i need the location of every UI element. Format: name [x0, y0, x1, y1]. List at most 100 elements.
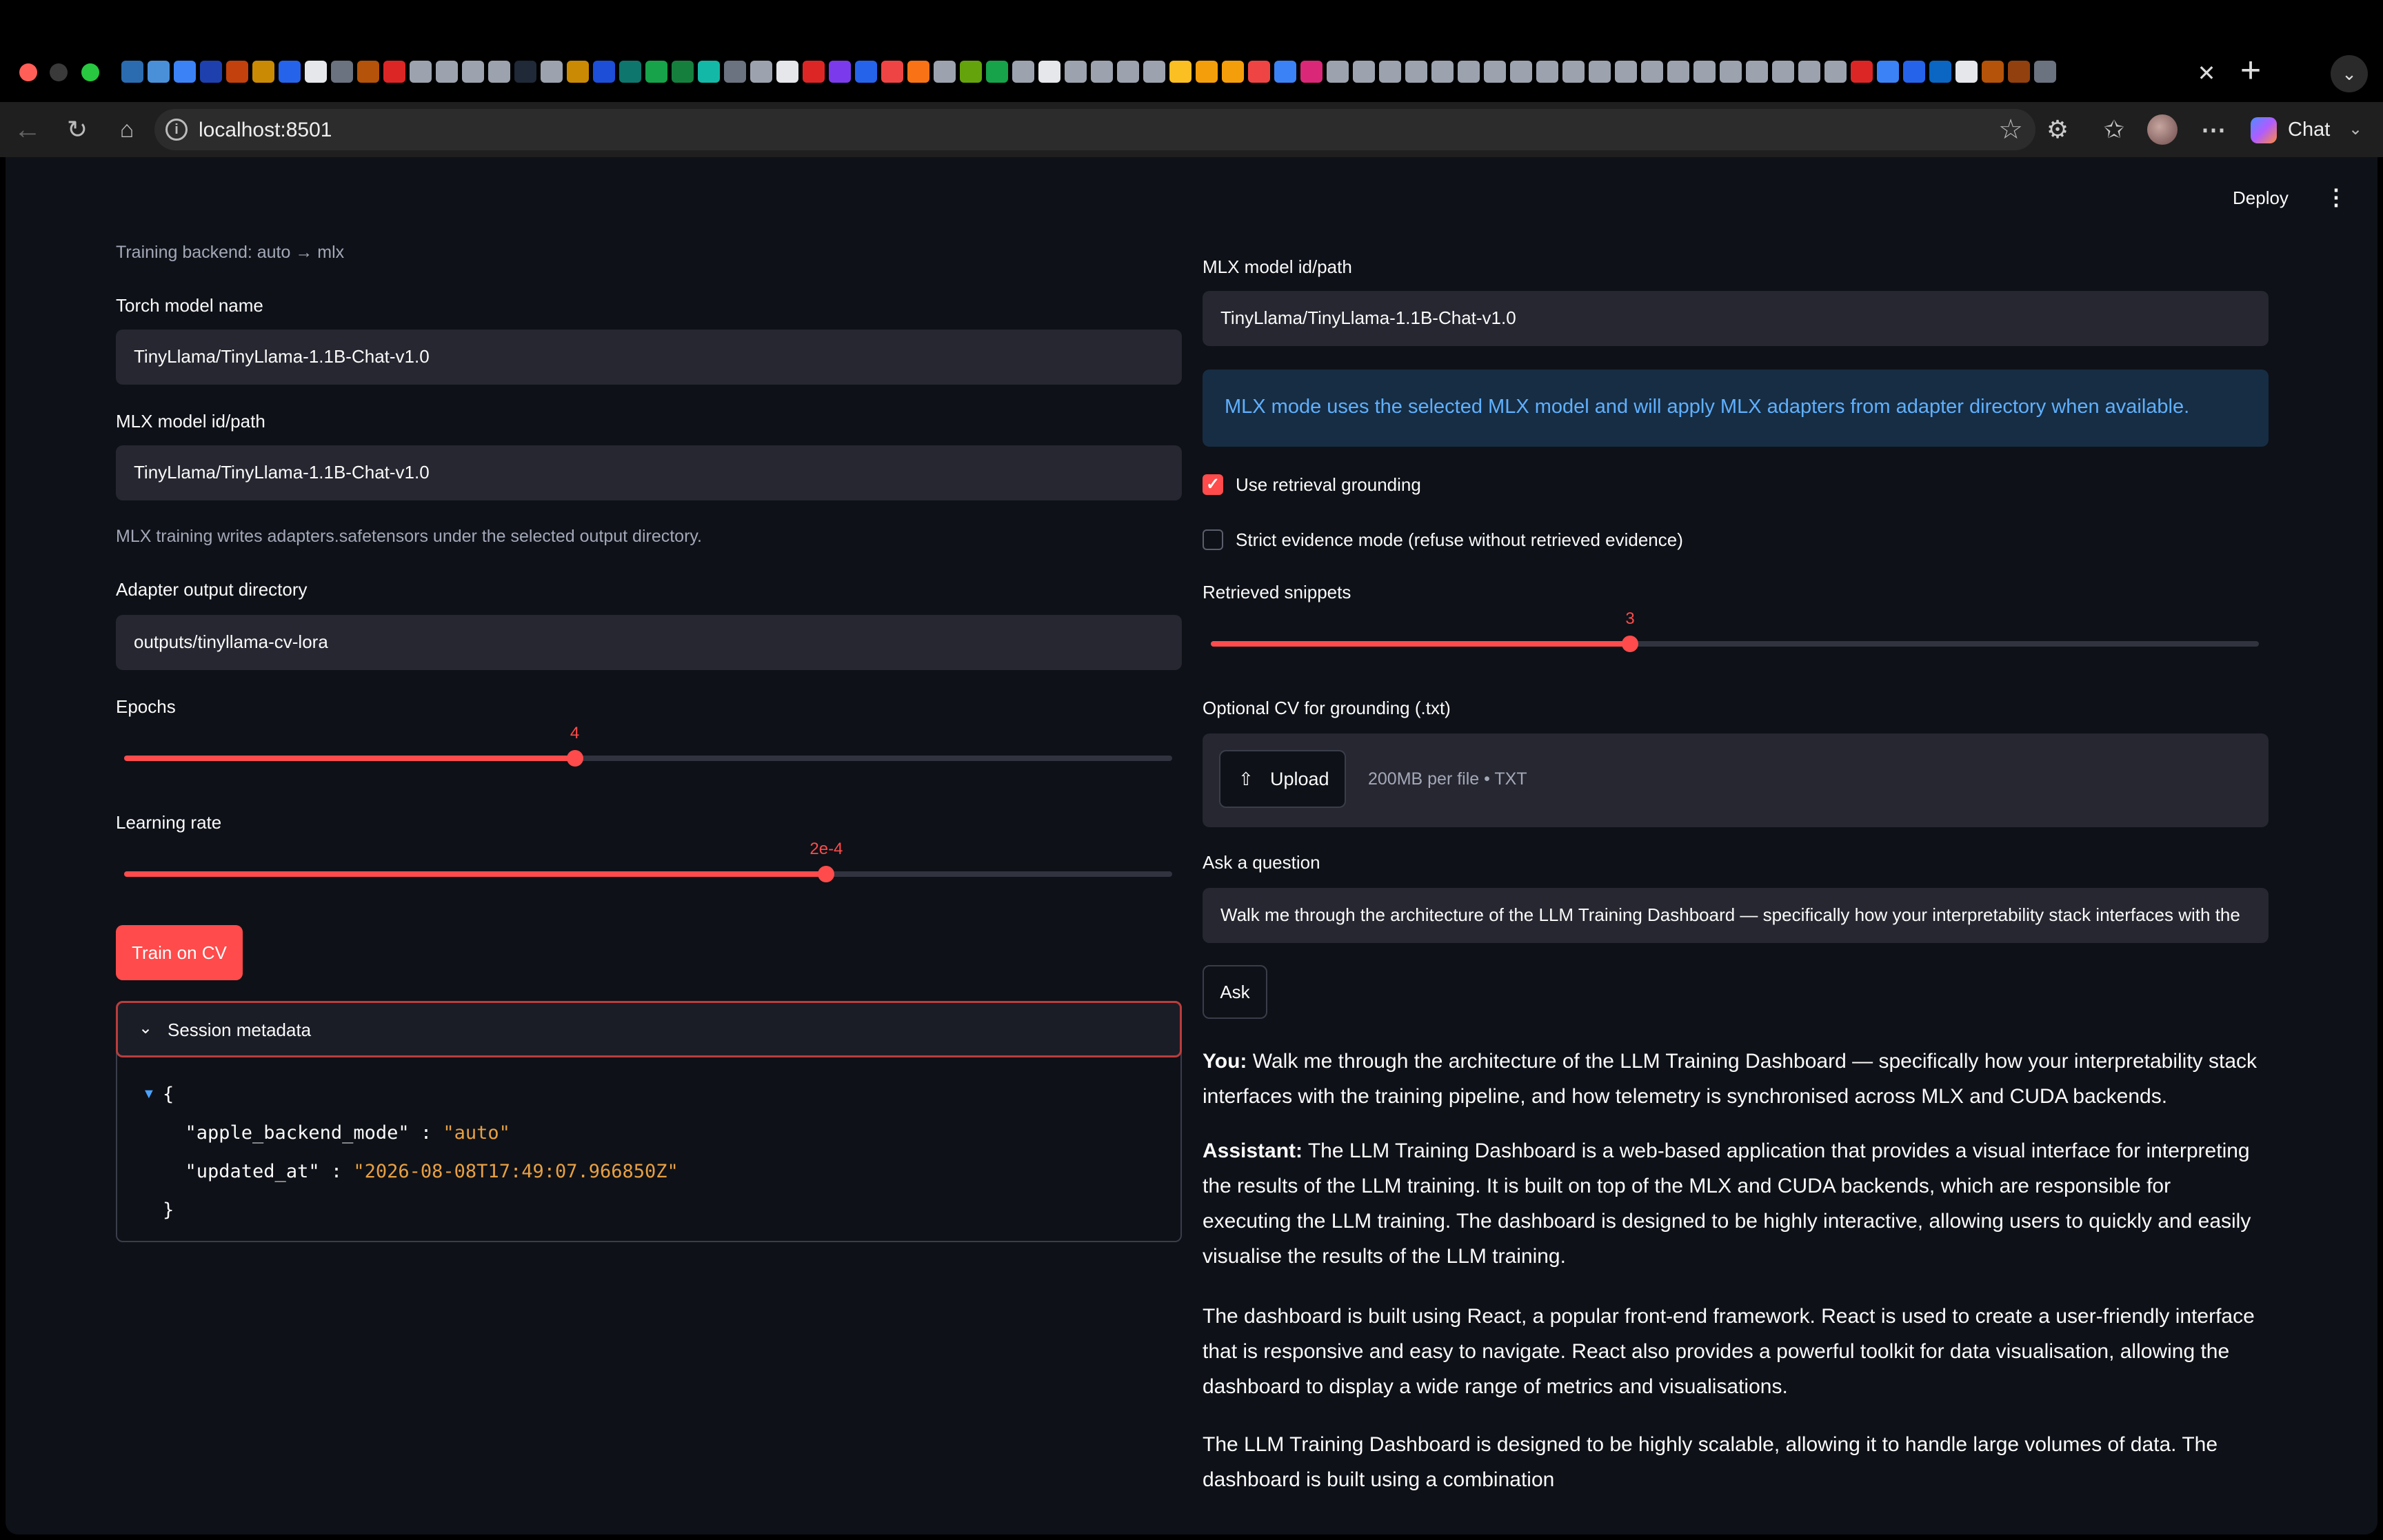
tab-favicon-icon[interactable] — [462, 61, 484, 83]
home-icon[interactable]: ⌂ — [109, 112, 145, 148]
tab-favicon-icon[interactable] — [1562, 61, 1585, 83]
tab-favicon-icon[interactable] — [331, 61, 353, 83]
close-window-button[interactable] — [19, 63, 37, 81]
address-url[interactable]: localhost:8501 — [199, 119, 332, 142]
more-menu-icon[interactable]: ⋯ — [2195, 112, 2231, 148]
tab-favicon-icon[interactable] — [619, 61, 641, 83]
tab-favicon-icon[interactable] — [121, 61, 143, 83]
tab-favicon-icon[interactable] — [1222, 61, 1244, 83]
adapter-dir-input[interactable]: outputs/tinyllama-cv-lora — [116, 615, 1182, 670]
tab-favicon-icon[interactable] — [907, 61, 929, 83]
tab-favicon-icon[interactable] — [541, 61, 563, 83]
bookmark-star-icon[interactable]: ☆ — [1998, 114, 2023, 145]
json-collapse-icon[interactable]: ▼ — [142, 1086, 156, 1102]
tab-favicon-icon[interactable] — [1536, 61, 1558, 83]
tab-favicon-icon[interactable] — [436, 61, 458, 83]
tab-favicon-icon[interactable] — [829, 61, 851, 83]
tab-favicon-icon[interactable] — [1143, 61, 1165, 83]
tab-favicon-icon[interactable] — [855, 61, 877, 83]
tab-search-button[interactable]: ⌄ — [2331, 55, 2368, 92]
close-tab-icon[interactable]: ✕ — [2194, 61, 2219, 85]
tab-favicon-icon[interactable] — [672, 61, 694, 83]
tab-favicon-icon[interactable] — [724, 61, 746, 83]
tab-favicon-icon[interactable] — [1300, 61, 1323, 83]
tab-favicon-icon[interactable] — [1091, 61, 1113, 83]
tab-favicon-icon[interactable] — [1327, 61, 1349, 83]
torch-model-input[interactable]: TinyLlama/TinyLlama-1.1B-Chat-v1.0 — [116, 330, 1182, 385]
tab-favicon-icon[interactable] — [410, 61, 432, 83]
tab-favicon-icon[interactable] — [1065, 61, 1087, 83]
tab-favicon-icon[interactable] — [1458, 61, 1480, 83]
tab-favicon-icon[interactable] — [174, 61, 196, 83]
tab-favicon-icon[interactable] — [1510, 61, 1532, 83]
copilot-chat-button[interactable]: Chat ⌄ — [2245, 110, 2376, 149]
tab-favicon-icon[interactable] — [279, 61, 301, 83]
tab-favicon-icon[interactable] — [1117, 61, 1139, 83]
tab-favicon-icon[interactable] — [1484, 61, 1506, 83]
profile-avatar[interactable] — [2147, 114, 2178, 145]
tab-favicon-icon[interactable] — [200, 61, 222, 83]
tab-favicon-icon[interactable] — [803, 61, 825, 83]
learning-rate-slider[interactable]: 2e-4 — [124, 840, 1172, 893]
tab-favicon-icon[interactable] — [645, 61, 667, 83]
favorites-icon[interactable]: ✩ — [2096, 112, 2132, 148]
tab-favicon-icon[interactable] — [750, 61, 772, 83]
reload-icon[interactable]: ↻ — [59, 112, 95, 148]
tab-favicon-icon[interactable] — [567, 61, 589, 83]
tab-favicon-icon[interactable] — [593, 61, 615, 83]
tab-favicon-icon[interactable] — [1982, 61, 2004, 83]
main-menu-icon[interactable]: ⋮ — [2325, 185, 2347, 210]
extensions-icon[interactable]: ⚙ — [2040, 112, 2075, 148]
tab-favicon-icon[interactable] — [1851, 61, 1873, 83]
tab-favicon-icon[interactable] — [1012, 61, 1034, 83]
tab-favicon-icon[interactable] — [357, 61, 379, 83]
tab-favicon-icon[interactable] — [1405, 61, 1427, 83]
tab-favicon-icon[interactable] — [226, 61, 248, 83]
tab-favicon-icon[interactable] — [1824, 61, 1847, 83]
tab-favicon-icon[interactable] — [1693, 61, 1716, 83]
tab-favicon-icon[interactable] — [383, 61, 405, 83]
strict-evidence-checkbox[interactable] — [1203, 529, 1223, 550]
retrieval-label[interactable]: Use retrieval grounding — [1236, 474, 1421, 496]
tab-favicon-icon[interactable] — [698, 61, 720, 83]
tab-favicon-icon[interactable] — [2034, 61, 2056, 83]
new-tab-button[interactable]: + — [2234, 52, 2267, 88]
upload-button[interactable]: ⇧ Upload — [1219, 750, 1346, 808]
address-bar[interactable]: i localhost:8501 ☆ — [154, 109, 2035, 150]
minimize-window-button[interactable] — [50, 63, 68, 81]
tab-favicon-icon[interactable] — [1169, 61, 1192, 83]
train-on-cv-button[interactable]: Train on CV — [116, 925, 243, 980]
cv-file-uploader[interactable]: ⇧ Upload 200MB per file • TXT — [1203, 733, 2269, 827]
tab-favicon-icon[interactable] — [2008, 61, 2030, 83]
mlx-model-input[interactable]: TinyLlama/TinyLlama-1.1B-Chat-v1.0 — [116, 445, 1182, 500]
tab-favicon-icon[interactable] — [1667, 61, 1689, 83]
tab-favicon-icon[interactable] — [1196, 61, 1218, 83]
site-info-icon[interactable]: i — [165, 119, 188, 141]
tab-favicon-icon[interactable] — [1431, 61, 1454, 83]
deploy-button[interactable]: Deploy — [2233, 188, 2289, 209]
tab-favicon-icon[interactable] — [1248, 61, 1270, 83]
tab-favicon-icon[interactable] — [1877, 61, 1899, 83]
tab-favicon-icon[interactable] — [488, 61, 510, 83]
epochs-slider-thumb[interactable] — [566, 750, 583, 767]
tab-favicon-icon[interactable] — [1641, 61, 1663, 83]
tab-favicon-icon[interactable] — [1615, 61, 1637, 83]
tab-favicon-icon[interactable] — [1772, 61, 1794, 83]
snippets-slider-thumb[interactable] — [1622, 636, 1638, 652]
snippets-slider[interactable]: 3 — [1211, 609, 2259, 663]
tab-favicon-icon[interactable] — [1798, 61, 1820, 83]
tab-favicon-icon[interactable] — [934, 61, 956, 83]
tab-favicon-icon[interactable] — [252, 61, 274, 83]
tab-favicon-icon[interactable] — [1903, 61, 1925, 83]
tab-favicon-icon[interactable] — [1955, 61, 1978, 83]
mlx-model-input[interactable]: TinyLlama/TinyLlama-1.1B-Chat-v1.0 — [1203, 291, 2269, 346]
tab-favicon-icon[interactable] — [1379, 61, 1401, 83]
tab-favicon-icon[interactable] — [1929, 61, 1951, 83]
tab-favicon-icon[interactable] — [305, 61, 327, 83]
retrieval-checkbox[interactable]: ✓ — [1203, 474, 1223, 495]
tab-favicon-icon[interactable] — [881, 61, 903, 83]
tab-favicon-icon[interactable] — [1274, 61, 1296, 83]
tab-favicon-icon[interactable] — [148, 61, 170, 83]
ask-button[interactable]: Ask — [1203, 965, 1267, 1019]
tab-favicon-icon[interactable] — [960, 61, 982, 83]
